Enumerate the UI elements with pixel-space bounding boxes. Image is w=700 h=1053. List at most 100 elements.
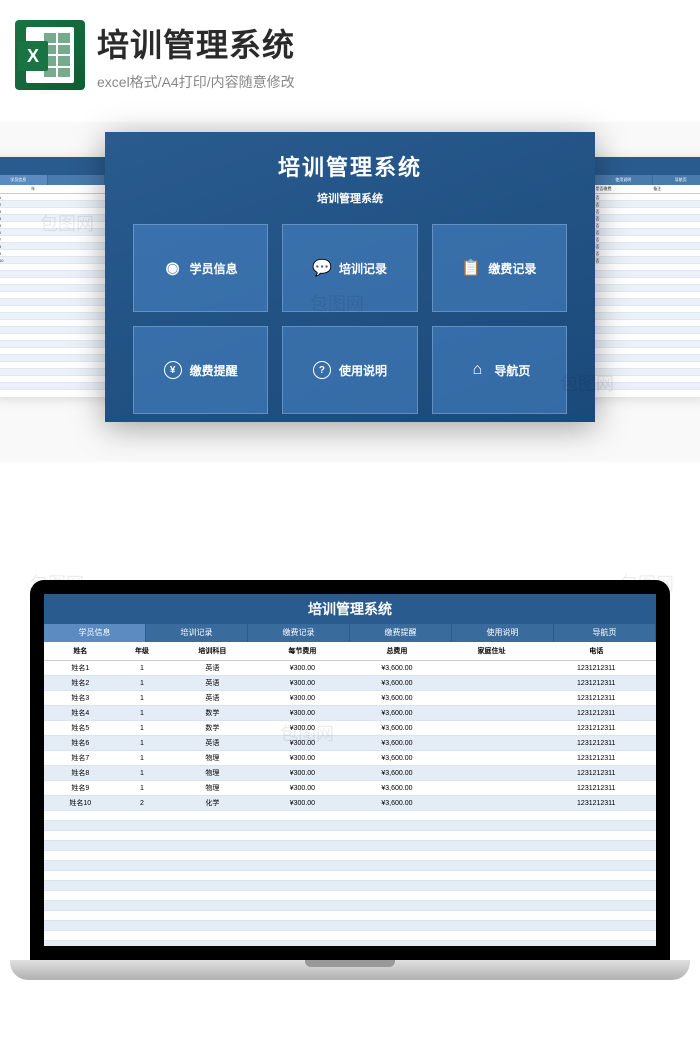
cell-addr <box>446 766 536 781</box>
table-row: 姓名51数学¥300.00¥3,600.001231212311 <box>44 721 656 736</box>
cell-name: 姓名6 <box>44 736 117 751</box>
cell-fee: ¥300.00 <box>257 661 347 676</box>
cell-name: 姓名10 <box>44 796 117 811</box>
cell-name: 姓名8 <box>44 766 117 781</box>
tile-label: 使用说明 <box>339 362 387 379</box>
bg-tab: 使用说明 <box>595 175 653 185</box>
empty-row <box>44 841 656 851</box>
tile-chat[interactable]: 💬 培训记录 <box>282 224 417 312</box>
tile-clipboard[interactable]: 📋缴费记录 <box>432 224 567 312</box>
cell-grade: 2 <box>117 796 168 811</box>
cell-phone: 1231212311 <box>537 721 657 736</box>
sheet-tab-4[interactable]: 使用说明 <box>452 624 554 642</box>
cell-subject: 英语 <box>167 661 257 676</box>
cell-total: ¥3,600.00 <box>347 721 446 736</box>
chat-icon: 💬 <box>313 259 331 277</box>
bg-tab: 学员信息 <box>0 175 48 185</box>
table-row: 姓名61英语¥300.00¥3,600.001231212311 <box>44 736 656 751</box>
cell-grade: 1 <box>117 751 168 766</box>
cell-subject: 物理 <box>167 766 257 781</box>
sheet-tab-3[interactable]: 缴费提醒 <box>350 624 452 642</box>
table-row: 姓名31英语¥300.00¥3,600.001231212311 <box>44 691 656 706</box>
cell-fee: ¥300.00 <box>257 691 347 706</box>
col-header: 电话 <box>537 642 657 661</box>
cell-subject: 物理 <box>167 751 257 766</box>
person-icon: ◉ <box>164 259 182 277</box>
bg-col: 备注 <box>652 185 700 193</box>
cell-addr <box>446 706 536 721</box>
empty-row <box>44 911 656 921</box>
question-icon: ? <box>313 361 331 379</box>
bg-col: 姓名 <box>0 185 30 193</box>
cell-addr <box>446 721 536 736</box>
cell-phone: 1231212311 <box>537 781 657 796</box>
tile-label: 缴费提醒 <box>190 362 238 379</box>
cell-phone: 1231212311 <box>537 796 657 811</box>
page-subtitle: excel格式/A4打印/内容随意修改 <box>97 72 685 92</box>
tile-label: 学员信息 <box>190 260 238 277</box>
tile-label: 培训记录 <box>339 260 387 277</box>
empty-row <box>44 871 656 881</box>
empty-row <box>44 901 656 911</box>
cell-subject: 数学 <box>167 706 257 721</box>
tile-person[interactable]: ◉ 学员信息 <box>133 224 268 312</box>
tile-label: 缴费记录 <box>488 260 536 277</box>
tile-home[interactable]: ⌂ 导航页 <box>432 326 567 414</box>
col-header: 年级 <box>117 642 168 661</box>
empty-row <box>44 931 656 941</box>
tile-label: 导航页 <box>494 362 530 379</box>
laptop-base <box>10 960 690 980</box>
cell-subject: 英语 <box>167 676 257 691</box>
empty-row <box>44 941 656 947</box>
sheet-tab-0[interactable]: 学员信息 <box>44 624 146 642</box>
excel-icon: X <box>15 20 85 90</box>
empty-row <box>44 881 656 891</box>
cell-total: ¥3,600.00 <box>347 661 446 676</box>
cell-addr <box>446 751 536 766</box>
cell-addr <box>446 736 536 751</box>
bg-col: 是否缴费 <box>595 185 653 193</box>
cell-name: 姓名9 <box>44 781 117 796</box>
cell-addr <box>446 796 536 811</box>
sheet-tab-1[interactable]: 培训记录 <box>146 624 248 642</box>
sheet-tab-5[interactable]: 导航页 <box>554 624 656 642</box>
cell-name: 姓名5 <box>44 721 117 736</box>
cell-subject: 英语 <box>167 691 257 706</box>
cell-phone: 1231212311 <box>537 661 657 676</box>
table-row: 姓名91物理¥300.00¥3,600.001231212311 <box>44 781 656 796</box>
cell-grade: 1 <box>117 736 168 751</box>
tile-yen[interactable]: ¥ 缴费提醒 <box>133 326 268 414</box>
home-icon: ⌂ <box>468 361 486 379</box>
empty-row <box>44 861 656 871</box>
empty-row <box>44 811 656 821</box>
cell-fee: ¥300.00 <box>257 781 347 796</box>
table-row: 姓名11英语¥300.00¥3,600.001231212311 <box>44 661 656 676</box>
cell-phone: 1231212311 <box>537 736 657 751</box>
table-row: 姓名81物理¥300.00¥3,600.001231212311 <box>44 766 656 781</box>
bg-tab: 导航页 <box>653 175 700 185</box>
table-row: 姓名21英语¥300.00¥3,600.001231212311 <box>44 676 656 691</box>
cell-phone: 1231212311 <box>537 751 657 766</box>
cell-total: ¥3,600.00 <box>347 706 446 721</box>
cell-phone: 1231212311 <box>537 766 657 781</box>
cell-total: ¥3,600.00 <box>347 691 446 706</box>
empty-row <box>44 851 656 861</box>
table-row: 姓名71物理¥300.00¥3,600.001231212311 <box>44 751 656 766</box>
col-header: 姓名 <box>44 642 117 661</box>
data-table: 姓名年级培训科目每节费用总费用家庭住址电话 姓名11英语¥300.00¥3,60… <box>44 642 656 946</box>
main-dashboard-card: 培训管理系统 培训管理系统 ◉学员信息💬培训记录📋缴费记录¥缴费提醒?使用说明⌂… <box>105 132 595 422</box>
sheet-tab-2[interactable]: 缴费记录 <box>248 624 350 642</box>
cell-name: 姓名1 <box>44 661 117 676</box>
tile-question[interactable]: ? 使用说明 <box>282 326 417 414</box>
cell-name: 姓名2 <box>44 676 117 691</box>
cell-grade: 1 <box>117 781 168 796</box>
header: X 培训管理系统 excel格式/A4打印/内容随意修改 <box>0 0 700 102</box>
cell-fee: ¥300.00 <box>257 736 347 751</box>
cell-addr <box>446 661 536 676</box>
empty-row <box>44 891 656 901</box>
laptop-preview: 培训管理系统 学员信息培训记录缴费记录缴费提醒使用说明导航页 姓名年级培训科目每… <box>0 580 700 1010</box>
cell-grade: 1 <box>117 676 168 691</box>
cell-total: ¥3,600.00 <box>347 736 446 751</box>
cell-fee: ¥300.00 <box>257 766 347 781</box>
yen-icon: ¥ <box>164 361 182 379</box>
